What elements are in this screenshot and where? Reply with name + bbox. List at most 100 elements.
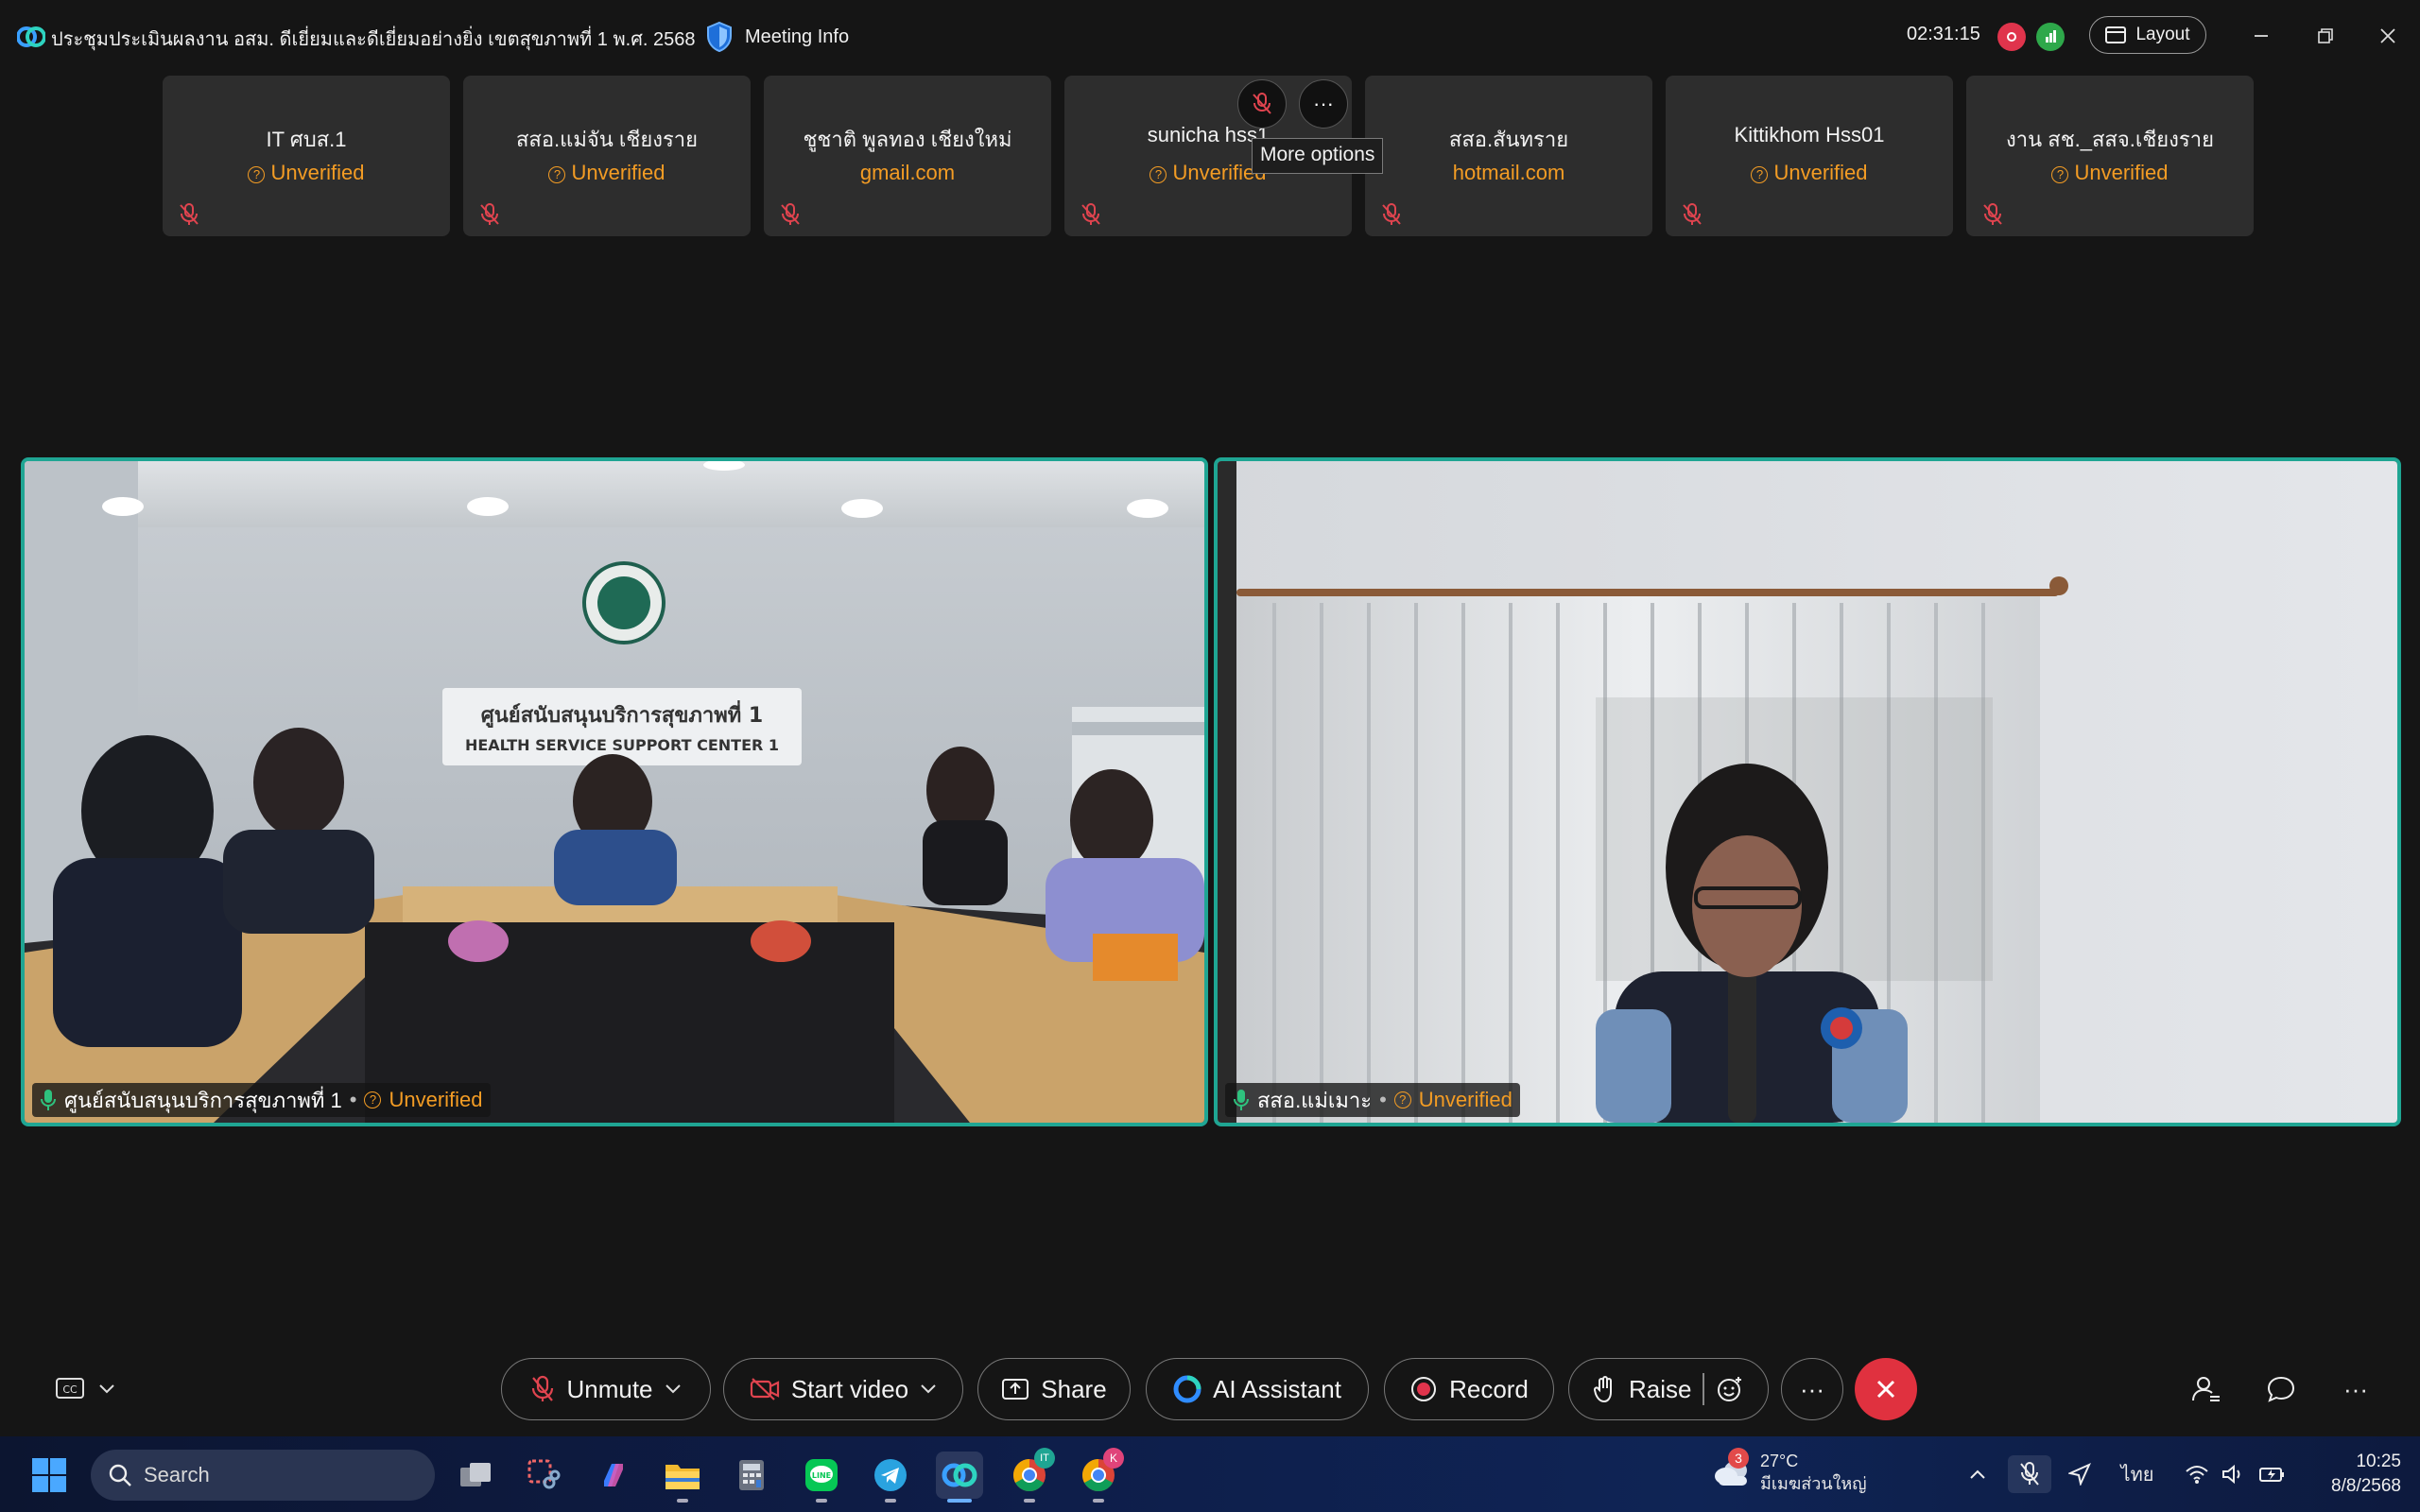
close-button[interactable]: [2369, 17, 2407, 55]
ai-assistant-button[interactable]: AI Assistant: [1146, 1358, 1369, 1420]
thumbnail-mute-button[interactable]: [1237, 79, 1287, 129]
minimize-icon: [2255, 35, 2268, 37]
separator-dot: •: [349, 1088, 357, 1111]
unmute-button[interactable]: Unmute: [501, 1358, 711, 1420]
more-options-tooltip: More options: [1252, 138, 1384, 174]
participant-thumbnail[interactable]: งาน สช._สสจ.เชียงราย ? Unverified: [1966, 76, 2254, 236]
clock-time: 10:25: [2356, 1452, 2401, 1471]
shield-icon: [707, 21, 732, 53]
chevron-down-icon[interactable]: [920, 1383, 937, 1395]
svg-text:CC: CC: [62, 1383, 78, 1396]
record-icon: [1411, 1377, 1437, 1401]
wifi-tray[interactable]: [2180, 1455, 2214, 1493]
copilot-icon: [604, 1464, 623, 1486]
show-hidden-icons-button[interactable]: [1962, 1455, 1993, 1493]
captions-button[interactable]: CC: [55, 1372, 125, 1406]
participant-name: งาน สช._สสจ.เชียงราย: [2006, 128, 2214, 151]
participants-button[interactable]: [2187, 1370, 2225, 1408]
battery-tray[interactable]: [2256, 1455, 2290, 1493]
leave-meeting-button[interactable]: [1855, 1358, 1917, 1420]
participant-name: ชูชาติ พูลทอง เชียงใหม่: [803, 128, 1012, 151]
microphone-muted-tray[interactable]: [2008, 1455, 2051, 1493]
layout-button[interactable]: Layout: [2089, 16, 2206, 54]
taskbar-clock[interactable]: 10:25 8/8/2568: [2307, 1450, 2401, 1499]
running-indicator: [947, 1499, 972, 1503]
volume-tray[interactable]: [2216, 1455, 2250, 1493]
ellipsis-icon: ···: [1313, 92, 1334, 115]
more-options-button[interactable]: ···: [2337, 1370, 2375, 1408]
line-app[interactable]: LINE: [798, 1452, 845, 1503]
speaker-video: [1218, 461, 2397, 1123]
layout-icon: [2105, 26, 2127, 43]
start-video-button[interactable]: Start video: [723, 1358, 963, 1420]
reactions-icon[interactable]: [1716, 1375, 1744, 1403]
video-tile-speaker[interactable]: สสอ.แม่เมาะ • ? Unverified: [1214, 457, 2401, 1126]
taskbar-search-box[interactable]: Search: [91, 1450, 435, 1501]
calculator-app[interactable]: [728, 1452, 775, 1499]
weather-description: มีเมฆส่วนใหญ่: [1760, 1474, 1867, 1493]
chrome-app-profile-it[interactable]: IT: [1006, 1448, 1055, 1503]
start-video-label: Start video: [790, 1374, 909, 1403]
muted-mic-icon: [1983, 203, 2002, 225]
running-indicator: [816, 1499, 827, 1503]
telegram-app[interactable]: [867, 1452, 914, 1503]
task-view-app[interactable]: [452, 1452, 499, 1499]
input-language-button[interactable]: ไทย: [2116, 1455, 2159, 1493]
question-icon: ?: [548, 166, 566, 183]
chat-button[interactable]: [2262, 1370, 2300, 1408]
minimize-button[interactable]: [2242, 17, 2280, 55]
speaker-icon: [2222, 1464, 2240, 1485]
running-indicator: [1093, 1499, 1104, 1503]
chevron-up-icon: [1970, 1469, 1985, 1479]
windows-start-icon[interactable]: [31, 1457, 67, 1493]
participant-status: Unverified: [1418, 1088, 1512, 1111]
raise-hand-button[interactable]: Raise: [1568, 1358, 1769, 1420]
location-tray[interactable]: [2063, 1455, 2097, 1493]
snipping-tool-app[interactable]: [520, 1452, 567, 1499]
webex-app[interactable]: [936, 1452, 983, 1503]
unmute-label: Unmute: [566, 1374, 653, 1403]
snipping-tool-icon: [527, 1459, 561, 1489]
restore-button[interactable]: [2307, 17, 2344, 55]
title-bar: ประชุมประเมินผลงาน อสม. ดีเยี่ยมและดีเยี…: [0, 0, 2420, 74]
ellipsis-icon: ···: [2343, 1374, 2368, 1403]
more-controls-button[interactable]: ···: [1781, 1358, 1843, 1420]
file-explorer-app[interactable]: [659, 1452, 706, 1503]
weather-widget[interactable]: 3 27°C มีเมฆส่วนใหญ่: [1711, 1448, 1867, 1495]
participant-thumbnail[interactable]: Kittikhom Hss01 ? Unverified: [1666, 76, 1953, 236]
participant-thumbnail[interactable]: IT ศบส.1 ? Unverified: [163, 76, 450, 236]
participant-status: ? Unverified: [463, 161, 751, 185]
closed-captions-icon: CC: [56, 1378, 84, 1399]
thumbnail-more-options-button[interactable]: ···: [1299, 79, 1348, 129]
muted-mic-icon: [180, 203, 199, 225]
mic-icon: [41, 1090, 56, 1110]
copilot-app[interactable]: [590, 1452, 637, 1499]
line-icon: LINE: [805, 1459, 838, 1491]
participant-thumbnail[interactable]: ชูชาติ พูลทอง เชียงใหม่ gmail.com: [764, 76, 1051, 236]
profile-badge: K: [1103, 1448, 1124, 1469]
chrome-app-profile-k[interactable]: K: [1075, 1448, 1124, 1503]
clock-date: 8/8/2568: [2331, 1476, 2401, 1496]
chevron-down-icon[interactable]: [665, 1383, 682, 1395]
record-button[interactable]: Record: [1384, 1358, 1554, 1420]
meeting-title: ประชุมประเมินผลงาน อสม. ดีเยี่ยมและดีเยี…: [51, 29, 696, 50]
battery-charging-icon: [2259, 1468, 2284, 1482]
video-tile-conference-room[interactable]: ศูนย์สนับสนุนบริการสุขภาพที่ 1 HEALTH SE…: [21, 457, 1208, 1126]
running-indicator: [885, 1499, 896, 1503]
windows-taskbar: Search LINE IT K 3 27°C มีเมฆส่วนใหญ่ ไท…: [0, 1436, 2420, 1512]
telegram-icon: [874, 1459, 907, 1491]
network-health-icon[interactable]: [2036, 23, 2065, 51]
participant-thumbnail[interactable]: สสอ.สันทราย hotmail.com: [1365, 76, 1652, 236]
participant-thumbnail[interactable]: สสอ.แม่จัน เชียงราย ? Unverified: [463, 76, 751, 236]
recording-indicator-icon[interactable]: [1997, 23, 2026, 51]
participant-name: Kittikhom Hss01: [1734, 123, 1885, 146]
svg-text:LINE: LINE: [812, 1471, 831, 1480]
share-button[interactable]: Share: [977, 1358, 1131, 1420]
share-label: Share: [1041, 1374, 1107, 1403]
participant-status: ? Unverified: [1666, 161, 1953, 185]
location-arrow-icon: [2068, 1463, 2091, 1486]
meeting-info-button[interactable]: Meeting Info: [705, 21, 849, 53]
muted-mic-icon: [2020, 1462, 2039, 1486]
weather-alert-badge: 3: [1728, 1448, 1749, 1469]
participants-icon: [2192, 1377, 2220, 1401]
